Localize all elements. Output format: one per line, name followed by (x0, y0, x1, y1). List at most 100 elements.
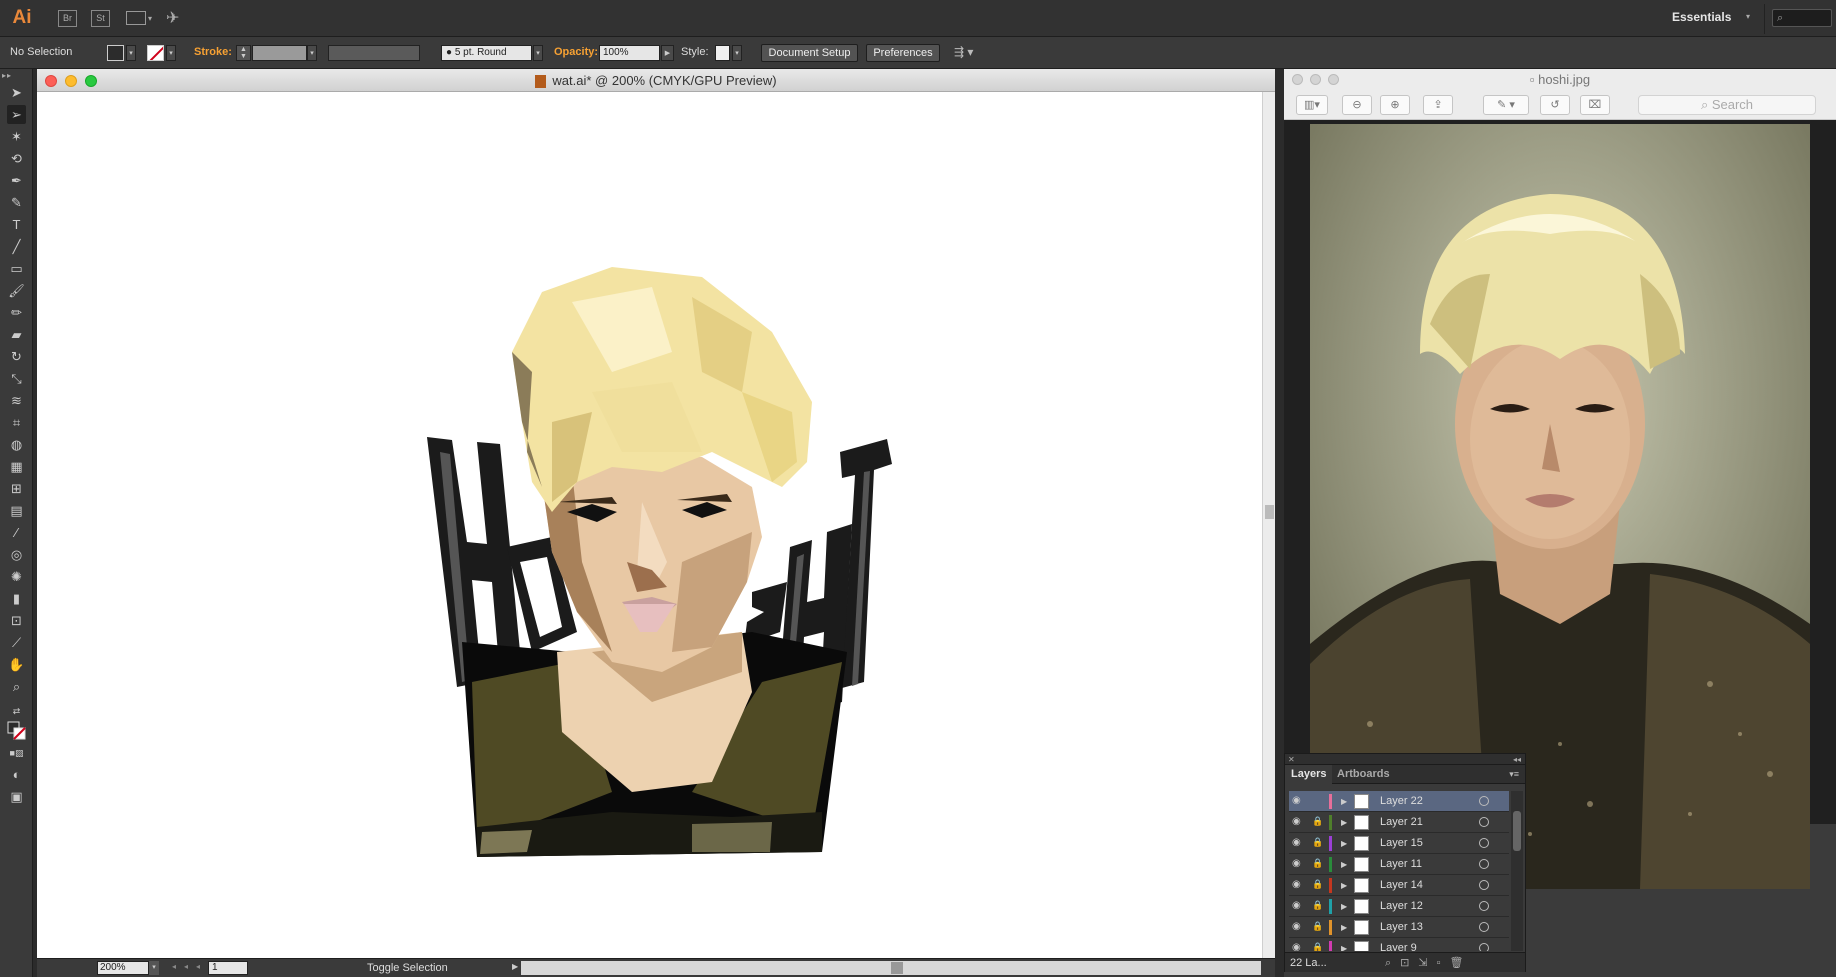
layer-name[interactable]: Layer 21 (1380, 816, 1423, 828)
rotate-icon[interactable]: ↺ (1540, 95, 1570, 115)
zoom-level-field[interactable]: 200% (97, 961, 149, 975)
expand-triangle-icon[interactable]: ▶ (1341, 881, 1347, 890)
blend-tool-icon[interactable]: ◎ (7, 545, 26, 564)
maximize-window-button[interactable] (1328, 74, 1339, 85)
gradient-tool-icon[interactable]: ▤ (7, 501, 26, 520)
swap-colors-icon[interactable]: ⇄ (7, 702, 26, 721)
pencil-tool-icon[interactable]: ✏ (7, 303, 26, 322)
panel-menu-icon[interactable]: ▾≡ (1509, 769, 1519, 780)
magic-wand-tool-icon[interactable]: ✶ (7, 127, 26, 146)
expand-triangle-icon[interactable]: ▶ (1341, 860, 1347, 869)
line-tool-icon[interactable]: ╱ (7, 237, 26, 256)
layer-row[interactable]: ◉ 🔒 ▶ Layer 12 (1289, 896, 1509, 917)
draw-mode-icon[interactable]: ◐ (7, 765, 26, 784)
target-icon[interactable] (1479, 838, 1489, 848)
artboard-canvas[interactable] (52, 92, 1257, 958)
paintbrush-tool-icon[interactable]: 🖌 (7, 281, 26, 300)
selection-tool-icon[interactable]: ➤ (7, 83, 26, 102)
layers-scrollbar[interactable] (1511, 791, 1523, 951)
shape-builder-tool-icon[interactable]: ◍ (7, 435, 26, 454)
layer-row[interactable]: ◉ 🔒 ▶ Layer 15 (1289, 833, 1509, 854)
graphic-style-swatch[interactable] (715, 45, 730, 61)
layer-row[interactable]: ◉ 🔒 ▶ Layer 13 (1289, 917, 1509, 938)
brush-definition[interactable]: ● 5 pt. Round (441, 45, 532, 61)
expand-triangle-icon[interactable]: ▶ (1341, 818, 1347, 827)
lock-icon[interactable]: 🔒 (1312, 900, 1323, 912)
screen-mode-icon[interactable]: ▣ (7, 787, 26, 806)
variable-width-profile[interactable] (328, 45, 420, 61)
layer-name[interactable]: Layer 13 (1380, 921, 1423, 933)
layer-name[interactable]: Layer 15 (1380, 837, 1423, 849)
document-setup-button[interactable]: Document Setup (761, 44, 858, 62)
slice-tool-icon[interactable]: ⟋ (7, 633, 26, 652)
type-tool-icon[interactable]: T (7, 215, 26, 234)
preview-search-field[interactable]: ⌕ Search (1638, 95, 1816, 115)
stroke-color-swatch[interactable] (147, 45, 164, 61)
workspace-switcher[interactable]: Essentials (1672, 10, 1731, 24)
target-icon[interactable] (1479, 901, 1489, 911)
color-mode-icon[interactable]: ■▨ (7, 744, 26, 763)
scroll-thumb[interactable] (891, 962, 903, 974)
opacity-label[interactable]: Opacity: (554, 46, 598, 58)
arrange-documents-icon[interactable] (126, 11, 146, 25)
fill-stroke-swatch-icon[interactable] (7, 721, 26, 740)
tab-layers[interactable]: Layers (1285, 765, 1333, 784)
layer-name[interactable]: Layer 14 (1380, 879, 1423, 891)
lock-icon[interactable]: 🔒 (1312, 858, 1323, 870)
layer-row[interactable]: ◉ 🔒 ▶ Layer 14 (1289, 875, 1509, 896)
column-graph-tool-icon[interactable]: ▮ (7, 589, 26, 608)
opacity-slider-button[interactable]: ▶ (661, 45, 674, 61)
lock-icon[interactable]: 🔒 (1312, 879, 1323, 891)
layer-row[interactable]: ◉ 🔒 ▶ Layer 11 (1289, 854, 1509, 875)
rectangle-tool-icon[interactable]: ▭ (7, 259, 26, 278)
maximize-window-button[interactable] (85, 75, 97, 87)
preview-title-bar[interactable]: ▫ hoshi.jpg (1284, 69, 1836, 90)
stroke-label[interactable]: Stroke: (194, 46, 232, 58)
eye-icon[interactable]: ◉ (1292, 943, 1304, 952)
stroke-dropdown[interactable]: ▾ (166, 45, 176, 61)
markup-pen-icon[interactable]: ✎ ▾ (1483, 95, 1529, 115)
zoom-tool-icon[interactable]: ⌕ (7, 677, 26, 696)
minimize-window-button[interactable] (65, 75, 77, 87)
layer-row[interactable]: ◉ ▶ Layer 22 (1289, 791, 1509, 812)
lock-icon[interactable]: 🔒 (1312, 942, 1323, 951)
fill-dropdown[interactable]: ▾ (126, 45, 136, 61)
chevron-down-icon[interactable]: ▾ (1746, 12, 1750, 21)
tab-artboards[interactable]: Artboards (1331, 765, 1396, 784)
hand-tool-icon[interactable]: ✋ (7, 655, 26, 674)
zoom-out-icon[interactable]: ⊖ (1342, 95, 1372, 115)
target-icon[interactable] (1479, 817, 1489, 827)
eraser-tool-icon[interactable]: ▰ (7, 325, 26, 344)
zoom-dropdown[interactable]: ▾ (149, 961, 159, 975)
stroke-weight-stepper[interactable]: ▲ ▼ (236, 45, 251, 61)
perspective-grid-tool-icon[interactable]: ▦ (7, 457, 26, 476)
layer-row[interactable]: ◉ 🔒 ▶ Layer 21 (1289, 812, 1509, 833)
mesh-tool-icon[interactable]: ⊞ (7, 479, 26, 498)
scroll-thumb[interactable] (1513, 811, 1521, 851)
vertical-scrollbar[interactable] (1262, 92, 1275, 958)
layer-name[interactable]: Layer 12 (1380, 900, 1423, 912)
toolbox-icon[interactable]: ⌧ (1580, 95, 1610, 115)
stock-button[interactable]: St (91, 9, 110, 27)
target-icon[interactable] (1479, 859, 1489, 869)
brush-dropdown[interactable]: ▾ (533, 45, 543, 61)
expand-triangle-icon[interactable]: ▶ (1341, 923, 1347, 932)
stroke-weight-dropdown[interactable]: ▾ (307, 45, 317, 61)
horizontal-scrollbar[interactable] (521, 961, 1261, 975)
artboard-number-field[interactable]: 1 (208, 961, 248, 975)
target-icon[interactable] (1479, 796, 1489, 806)
panel-grip-icon[interactable]: ▸▸ (2, 71, 12, 80)
document-title-bar[interactable]: wat.ai* @ 200% (CMYK/GPU Preview) (37, 69, 1275, 92)
rotate-tool-icon[interactable]: ↻ (7, 347, 26, 366)
bridge-button[interactable]: Br (58, 9, 77, 27)
layer-name[interactable]: Layer 11 (1380, 858, 1422, 870)
share-icon[interactable]: ⇪ (1423, 95, 1453, 115)
expand-triangle-icon[interactable]: ▶ (1341, 944, 1347, 951)
sidebar-toggle-icon[interactable]: ▥▾ (1296, 95, 1328, 115)
curvature-tool-icon[interactable]: ✎ (7, 193, 26, 212)
scroll-thumb[interactable] (1265, 505, 1274, 519)
opacity-field[interactable]: 100% (599, 45, 660, 61)
fill-color-swatch[interactable] (107, 45, 124, 61)
status-readout[interactable]: Toggle Selection (367, 962, 448, 974)
eye-icon[interactable]: ◉ (1292, 901, 1304, 911)
